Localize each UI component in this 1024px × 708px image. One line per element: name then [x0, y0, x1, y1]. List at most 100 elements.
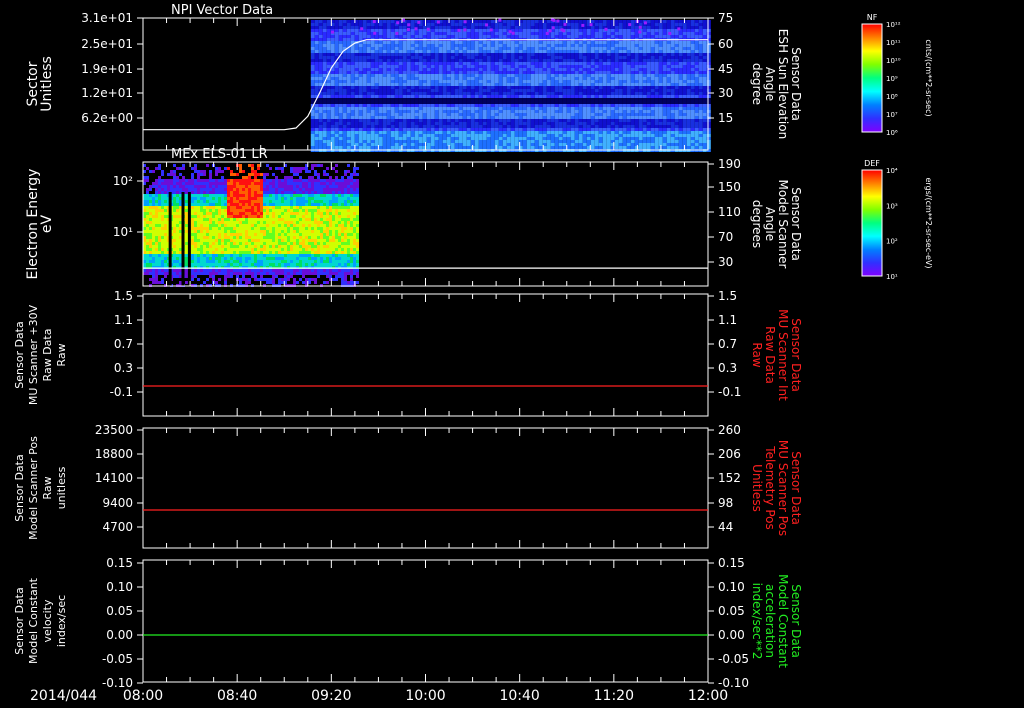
heatmap-cell	[394, 101, 399, 104]
heatmap-cell	[626, 59, 631, 62]
heatmap-cell	[602, 62, 607, 65]
heatmap-cell	[185, 203, 188, 206]
heatmap-cell	[654, 68, 659, 71]
heatmap-cell	[486, 104, 491, 107]
heatmap-cell	[570, 20, 575, 23]
heatmap-cell	[630, 92, 635, 95]
heatmap-cell	[167, 182, 170, 185]
heatmap-cell	[362, 143, 367, 146]
heatmap-cell	[478, 80, 483, 83]
heatmap-cell	[378, 62, 383, 65]
heatmap-cell	[706, 83, 711, 86]
heatmap-cell	[650, 116, 655, 119]
heatmap-cell	[442, 26, 447, 29]
heatmap-cell	[542, 35, 547, 38]
heatmap-cell	[522, 110, 527, 113]
heatmap-cell	[310, 92, 315, 95]
heatmap-cell	[314, 104, 319, 107]
heatmap-cell	[382, 65, 387, 68]
heatmap-cell	[442, 41, 447, 44]
heatmap-cell	[490, 128, 495, 131]
heatmap-cell	[526, 44, 531, 47]
heatmap-cell	[514, 125, 519, 128]
heatmap-cell	[386, 50, 391, 53]
heatmap-cell	[398, 62, 403, 65]
heatmap-cell	[422, 86, 427, 89]
heatmap-cell	[422, 98, 427, 101]
heatmap-cell	[450, 140, 455, 143]
heatmap-cell	[346, 56, 351, 59]
heatmap-cell	[638, 68, 643, 71]
heatmap-cell	[173, 257, 176, 260]
heatmap-cell	[626, 119, 631, 122]
heatmap-cell	[558, 86, 563, 89]
heatmap-cell	[622, 83, 627, 86]
heatmap-cell	[430, 71, 435, 74]
heatmap-cell	[582, 110, 587, 113]
heatmap-cell	[706, 32, 711, 35]
heatmap-cell	[678, 98, 683, 101]
heatmap-cell	[158, 206, 161, 209]
heatmap-cell	[518, 104, 523, 107]
heatmap-cell	[446, 41, 451, 44]
heatmap-cell	[518, 47, 523, 50]
heatmap-cell	[618, 35, 623, 38]
heatmap-cell	[158, 179, 161, 182]
heatmap-cell	[674, 32, 679, 35]
heatmap-cell	[490, 23, 495, 26]
heatmap-cell	[470, 101, 475, 104]
heatmap-cell	[630, 125, 635, 128]
heatmap-cell	[563, 22, 567, 26]
heatmap-cell	[666, 56, 671, 59]
heatmap-cell	[330, 134, 335, 137]
heatmap-cell	[454, 77, 459, 80]
heatmap-cell	[677, 27, 681, 31]
heatmap-cell	[534, 101, 539, 104]
heatmap-cell	[462, 107, 467, 110]
heatmap-cell	[458, 101, 463, 104]
heatmap-cell	[654, 47, 659, 50]
heatmap-cell	[418, 65, 423, 68]
heatmap-cell	[638, 104, 643, 107]
heatmap-cell	[173, 260, 176, 263]
heatmap-cell	[626, 83, 631, 86]
heatmap-cell	[152, 197, 155, 200]
heatmap-cell	[338, 143, 343, 146]
heatmap-cell	[314, 56, 319, 59]
heatmap-cell	[554, 110, 559, 113]
heatmap-cell	[522, 137, 527, 140]
heatmap-cell	[176, 221, 179, 224]
heatmap-cell	[318, 41, 323, 44]
heatmap-cell	[346, 68, 351, 71]
heatmap-cell	[394, 86, 399, 89]
heatmap-cell	[630, 107, 635, 110]
heatmap-cell	[590, 47, 595, 50]
heatmap-cell	[322, 98, 327, 101]
heatmap-cell	[566, 65, 571, 68]
heatmap-cell	[674, 74, 679, 77]
heatmap-cell	[594, 59, 599, 62]
heatmap-cell	[646, 113, 651, 116]
heatmap-cell	[506, 44, 511, 47]
heatmap-cell	[666, 41, 671, 44]
heatmap-cell	[394, 110, 399, 113]
heatmap-cell	[346, 20, 351, 23]
heatmap-cell	[470, 95, 475, 98]
heatmap-cell	[406, 44, 411, 47]
heatmap-cell	[426, 23, 431, 26]
heatmap-cell	[502, 104, 507, 107]
heatmap-cell	[654, 44, 659, 47]
heatmap-cell	[590, 143, 595, 146]
heatmap-cell	[450, 65, 455, 68]
heatmap-cell	[370, 50, 375, 53]
heatmap-cell	[430, 125, 435, 128]
heatmap-cell	[458, 128, 463, 131]
heatmap-cell	[362, 50, 367, 53]
heatmap-cell	[698, 32, 703, 35]
heatmap-cell	[426, 113, 431, 116]
heatmap-cell	[582, 77, 587, 80]
heatmap-cell	[502, 50, 507, 53]
heatmap-cell	[506, 23, 511, 26]
heatmap-cell	[158, 269, 161, 272]
heatmap-cell	[398, 77, 403, 80]
